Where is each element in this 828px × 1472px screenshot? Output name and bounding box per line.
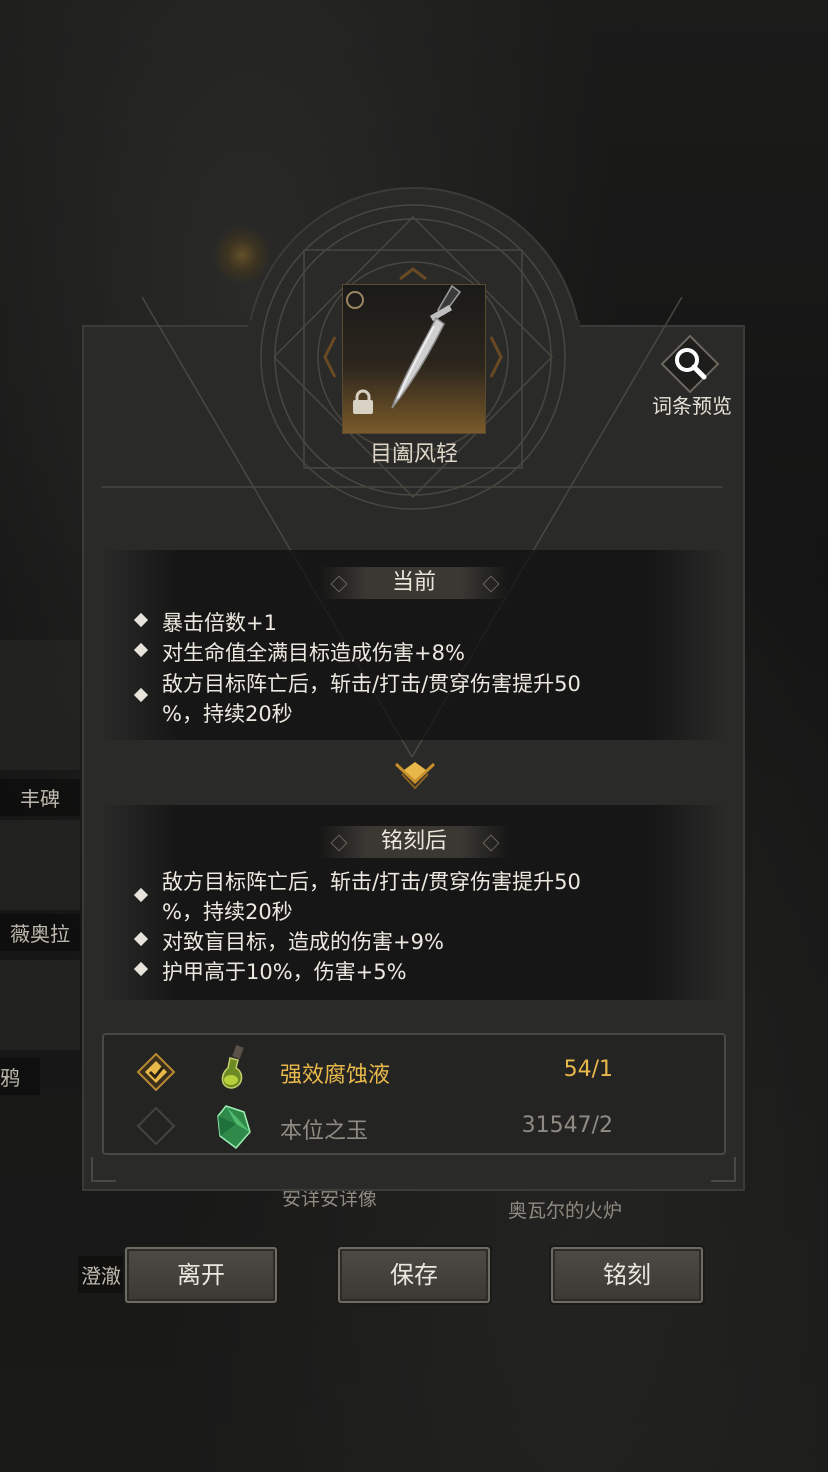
affix-preview-label: 词条预览 bbox=[652, 394, 732, 418]
checkbox-unchecked-icon[interactable] bbox=[136, 1106, 176, 1146]
current-affix: 对生命值全满目标造成伤害+8% bbox=[162, 641, 465, 665]
current-affix-continuation: %，持续20秒 bbox=[162, 702, 293, 726]
background-label-furnace: 奥瓦尔的火炉 bbox=[508, 1200, 623, 1222]
down-arrow-icon bbox=[394, 762, 436, 790]
current-affix: 敌方目标阵亡后，斩击/打击/贯穿伤害提升50 bbox=[162, 672, 581, 696]
after-affix-continuation: %，持续20秒 bbox=[162, 900, 293, 924]
item-rarity-ring bbox=[346, 291, 364, 309]
current-title: 当前 bbox=[391, 570, 436, 595]
checkbox-checked-icon[interactable] bbox=[136, 1052, 176, 1092]
potion-icon bbox=[221, 1044, 244, 1089]
current-affix: 暴击倍数+1 bbox=[162, 611, 277, 635]
material-name: 强效腐蚀液 bbox=[280, 1063, 391, 1088]
background-label-clear: 澄澈 bbox=[78, 1256, 124, 1293]
lock-icon bbox=[353, 389, 373, 414]
material-row[interactable] bbox=[102, 1100, 726, 1156]
dagger-icon bbox=[391, 284, 462, 409]
material-count: 31547/2 bbox=[521, 1113, 613, 1138]
after-affix: 敌方目标阵亡后，斩击/打击/贯穿伤害提升50 bbox=[162, 870, 581, 894]
background-lamp-glow bbox=[212, 225, 272, 285]
background-label-viola: 薇奥拉 bbox=[0, 914, 80, 951]
after-affix: 护甲高于10%，伤害+5% bbox=[162, 960, 407, 984]
leave-button[interactable]: 离开 bbox=[125, 1247, 277, 1303]
item-name: 目阖风轻 bbox=[369, 442, 458, 467]
material-row[interactable] bbox=[102, 1044, 726, 1100]
save-button[interactable]: 保存 bbox=[338, 1247, 490, 1303]
background-label-crow: 鸦 bbox=[0, 1058, 40, 1095]
material-count: 54/1 bbox=[563, 1057, 613, 1082]
background-thumbnail bbox=[0, 640, 80, 770]
engrave-button[interactable]: 铭刻 bbox=[551, 1247, 703, 1303]
magnifier-icon bbox=[660, 334, 720, 394]
background-thumbnail bbox=[0, 820, 80, 910]
after-title: 铭刻后 bbox=[380, 829, 447, 854]
background-label-fengbei: 丰碑 bbox=[0, 779, 80, 816]
green-gem-icon bbox=[217, 1105, 251, 1150]
background-thumbnail bbox=[0, 960, 80, 1050]
after-affix: 对致盲目标，造成的伤害+9% bbox=[162, 930, 444, 954]
material-name: 本位之玉 bbox=[280, 1119, 369, 1144]
